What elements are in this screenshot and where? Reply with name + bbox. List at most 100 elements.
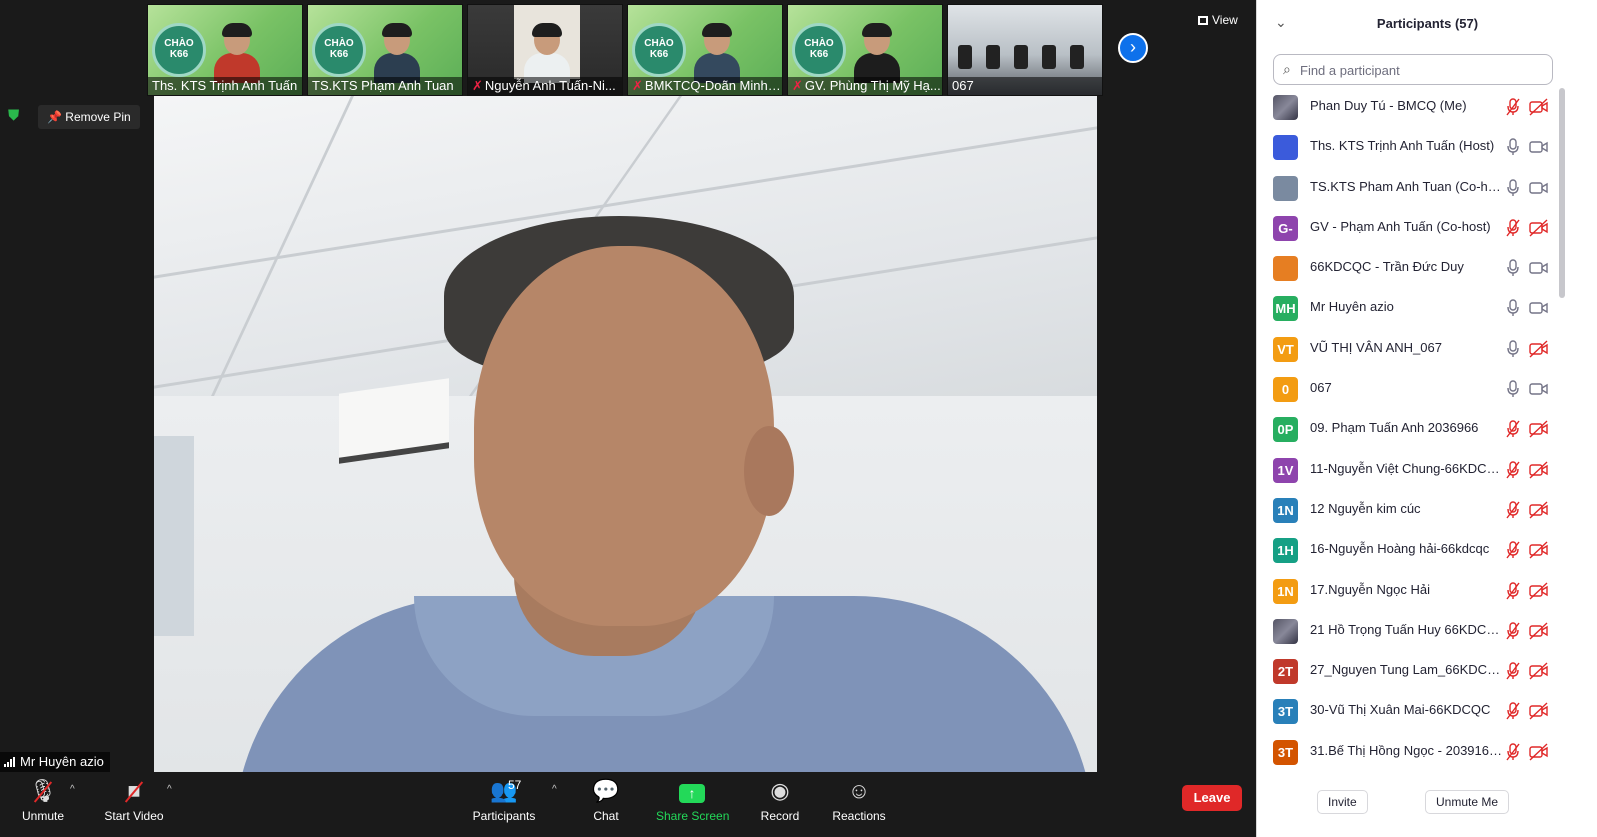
reactions-button[interactable]: ☺ Reactions [832, 776, 886, 823]
chat-icon: 💬 [592, 778, 620, 803]
video-off-icon[interactable] [1529, 219, 1549, 237]
participant-count-badge: 57 [508, 778, 522, 792]
participant-thumbnail[interactable]: CHÀO K66 Ths. KTS Trịnh Anh Tuấn [147, 4, 303, 96]
participant-search[interactable]: ⌕ [1273, 54, 1553, 85]
microphone-muted-icon[interactable] [1505, 420, 1521, 438]
participant-row[interactable]: 1H 16-Nguyễn Hoàng hải-66kdcqc [1257, 530, 1597, 570]
video-off-icon[interactable] [1529, 98, 1549, 116]
audio-options-caret[interactable]: ^ [70, 784, 75, 795]
invite-button[interactable]: Invite [1317, 790, 1368, 814]
participant-list-scrollbar[interactable] [1559, 88, 1565, 298]
video-off-icon[interactable] [1529, 743, 1549, 761]
video-options-caret[interactable]: ^ [167, 784, 172, 795]
unmute-button[interactable]: 🎙 Unmute [18, 776, 68, 823]
chair [1042, 45, 1056, 69]
participant-row[interactable]: 0P 09. Phạm Tuấn Anh 2036966 [1257, 409, 1597, 449]
participant-row[interactable]: VT VŨ THỊ VÂN ANH_067 [1257, 329, 1597, 369]
microphone-muted-icon[interactable] [1505, 702, 1521, 720]
leave-button[interactable]: Leave [1182, 785, 1242, 811]
participant-name: 66KDCQC - Trần Đức Duy [1310, 259, 1464, 275]
avatar: VT [1273, 336, 1298, 362]
participant-row[interactable]: G- GV - Phạm Anh Tuấn (Co-host) [1257, 208, 1597, 248]
participant-figure [374, 23, 420, 83]
microphone-muted-icon[interactable] [1505, 460, 1521, 479]
participant-name: 16-Nguyễn Hoàng hải-66kdcqc [1310, 541, 1490, 557]
microphone-muted-icon[interactable] [1505, 743, 1521, 761]
shield-icon[interactable]: ⛊ [8, 107, 24, 125]
record-icon: ◉ [770, 778, 790, 803]
participant-row[interactable]: 1N 12 Nguyễn kim cúc [1257, 490, 1597, 530]
microphone-muted-icon[interactable] [1505, 541, 1521, 559]
participants-button[interactable]: 👥 57 Participants [472, 776, 536, 823]
microphone-muted-icon[interactable] [1505, 501, 1521, 519]
microphone-muted-icon[interactable] [1505, 662, 1521, 680]
video-camera-icon[interactable] [1529, 179, 1549, 197]
participant-thumbnail[interactable]: CHÀO K66 ✗ GV. Phùng Thị Mỹ Hạ... [787, 4, 943, 96]
participant-row[interactable]: 0 067 [1257, 369, 1597, 409]
video-camera-icon[interactable] [1529, 299, 1549, 317]
participant-row[interactable]: 3T 30-Vũ Thị Xuân Mai-66KDCQC [1257, 691, 1597, 731]
participant-row[interactable]: 1N 17.Nguyễn Ngọc Hải [1257, 571, 1597, 611]
video-off-icon[interactable] [1529, 662, 1549, 680]
participant-row[interactable]: 66KDCQC - Trần Đức Duy [1257, 248, 1597, 288]
video-off-icon[interactable] [1529, 461, 1549, 479]
record-button[interactable]: ◉ Record [760, 776, 800, 823]
participant-row[interactable]: Phan Duy Tú - BMCQ (Me) [1257, 87, 1597, 127]
microphone-muted-icon[interactable] [1505, 219, 1521, 237]
microphone-icon[interactable] [1505, 340, 1521, 358]
video-off-icon[interactable] [1529, 582, 1549, 600]
unmute-me-button[interactable]: Unmute Me [1425, 790, 1510, 814]
participant-row[interactable]: 21 Hồ Trọng Tuấn Huy 66KDCQC [1257, 611, 1597, 651]
participant-name: TS.KTS Pham Anh Tuan (Co-host) [1310, 178, 1502, 194]
avatar [1273, 256, 1298, 282]
share-screen-icon: ↑ [679, 784, 705, 803]
participant-name: GV - Phạm Anh Tuấn (Co-host) [1310, 218, 1491, 234]
participant-figure [214, 23, 260, 83]
view-button[interactable]: View [1190, 10, 1246, 30]
video-off-icon[interactable] [1529, 702, 1549, 720]
microphone-icon[interactable] [1505, 380, 1521, 398]
video-area: CHÀO K66 Ths. KTS Trịnh Anh Tuấn CHÀO K66 T… [0, 0, 1280, 786]
microphone-icon[interactable] [1505, 259, 1521, 277]
video-camera-icon[interactable] [1529, 259, 1549, 277]
event-logo: CHÀO K66 [792, 23, 846, 77]
video-off-icon[interactable] [1529, 541, 1549, 559]
avatar: 0P [1273, 417, 1298, 443]
video-off-icon[interactable] [1529, 340, 1549, 358]
participant-row[interactable]: 1V 11-Nguyễn Việt Chung-66KDCQC [1257, 450, 1597, 490]
panel-title: Participants (57) [1376, 16, 1479, 31]
participant-thumbnail[interactable]: ✗ Nguyễn Anh Tuấn-Ni... [467, 4, 623, 96]
microphone-muted-icon[interactable] [1505, 98, 1521, 116]
participant-name: Ths. KTS Trịnh Anh Tuấn (Host) [1310, 138, 1495, 154]
video-camera-icon[interactable] [1529, 138, 1549, 156]
participant-row[interactable]: 2T 27_Nguyen Tung Lam_66KDCQC [1257, 651, 1597, 691]
participant-thumbnail[interactable]: CHÀO K66 TS.KTS Phạm Anh Tuan [307, 4, 463, 96]
participant-thumbnail[interactable]: 067 [947, 4, 1103, 96]
avatar: 3T [1273, 739, 1298, 765]
participant-row[interactable]: TS.KTS Pham Anh Tuan (Co-host) [1257, 168, 1597, 208]
avatar [1273, 135, 1298, 161]
remove-pin-button[interactable]: 📌 Remove Pin [38, 105, 140, 129]
microphone-muted-icon[interactable] [1505, 581, 1521, 600]
video-off-icon[interactable] [1529, 501, 1549, 519]
remove-pin-label: Remove Pin [65, 110, 131, 124]
microphone-icon[interactable] [1505, 138, 1521, 156]
microphone-muted-icon[interactable] [1505, 622, 1521, 640]
active-speaker-video[interactable] [154, 96, 1097, 772]
video-camera-icon[interactable] [1529, 380, 1549, 398]
share-screen-button[interactable]: ↑ Share Screen [656, 776, 729, 823]
chat-button[interactable]: 💬 Chat [590, 776, 622, 823]
participant-row[interactable]: 3T 31.Bế Thị Hồng Ngọc - 2039166... [1257, 732, 1597, 772]
participant-name: 09. Phạm Tuấn Anh 2036966 [1310, 420, 1479, 436]
participants-options-caret[interactable]: ^ [552, 784, 557, 795]
next-page-button[interactable]: › [1118, 33, 1148, 63]
participant-row[interactable]: MH Mr Huyên azio [1257, 288, 1597, 328]
video-off-icon[interactable] [1529, 420, 1549, 438]
start-video-button[interactable]: ■ Start Video [102, 776, 166, 823]
video-off-icon[interactable] [1529, 622, 1549, 640]
search-input[interactable] [1300, 59, 1545, 81]
microphone-icon[interactable] [1505, 178, 1521, 197]
participant-thumbnail[interactable]: CHÀO K66 ✗ BMKTCQ-Doãn Minh ... [627, 4, 783, 96]
microphone-icon[interactable] [1505, 299, 1521, 317]
participant-row[interactable]: Ths. KTS Trịnh Anh Tuấn (Host) [1257, 127, 1597, 167]
